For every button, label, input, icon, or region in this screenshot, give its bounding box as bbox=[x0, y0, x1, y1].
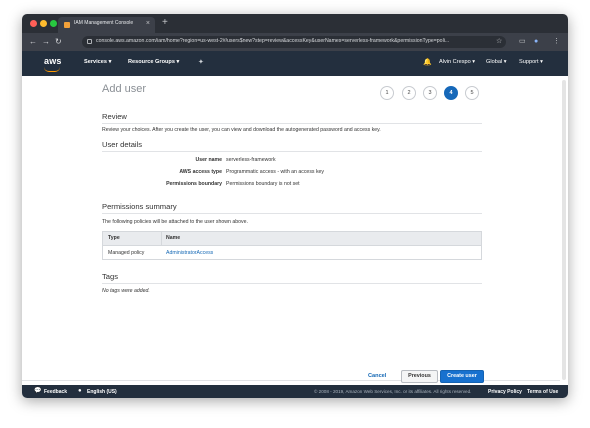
permissions-summary-heading: Permissions summary bbox=[102, 202, 177, 211]
close-tab-icon[interactable]: × bbox=[146, 19, 150, 29]
services-menu[interactable]: Services ▾ bbox=[84, 59, 111, 65]
main-content: Add user 1 2 3 4 5 Review Review your ch… bbox=[22, 76, 568, 385]
divider bbox=[102, 213, 482, 214]
browser-window: IAM Management Console × + ← → ↻ console… bbox=[22, 14, 568, 398]
feedback-link[interactable]: Feedback bbox=[44, 389, 67, 395]
permissions-table: Type Name Managed policy AdministratorAc… bbox=[102, 231, 482, 260]
policy-name-link[interactable]: AdministratorAccess bbox=[166, 250, 213, 256]
browser-menu-icon[interactable]: ⋮ bbox=[553, 37, 560, 46]
step-5[interactable]: 5 bbox=[465, 86, 479, 100]
privacy-policy-link[interactable]: Privacy Policy bbox=[488, 389, 522, 395]
globe-icon: ● bbox=[78, 388, 82, 394]
step-3[interactable]: 3 bbox=[423, 86, 437, 100]
tab-title: IAM Management Console bbox=[74, 20, 134, 26]
browser-toolbar: ← → ↻ console.aws.amazon.com/iam/home?re… bbox=[22, 33, 568, 51]
scrollbar[interactable] bbox=[562, 80, 566, 380]
lock-icon bbox=[87, 39, 92, 44]
console-footer: 💬 Feedback ● English (US) © 2008 - 2019,… bbox=[22, 385, 568, 398]
maximize-window-button[interactable] bbox=[50, 20, 57, 27]
review-heading: Review bbox=[102, 112, 127, 121]
policy-type-cell: Managed policy bbox=[108, 250, 145, 256]
terms-of-use-link[interactable]: Terms of Use bbox=[527, 389, 558, 395]
aws-top-nav: aws Services ▾ Resource Groups ▾ ✦ 🔔 Alv… bbox=[22, 51, 568, 76]
divider bbox=[102, 151, 482, 152]
language-selector[interactable]: English (US) bbox=[87, 389, 117, 395]
aws-favicon-icon bbox=[64, 22, 70, 28]
bell-icon[interactable]: 🔔 bbox=[423, 58, 432, 67]
user-name-value: serverless-framework bbox=[226, 157, 276, 163]
aws-smile-logo bbox=[44, 67, 60, 72]
cancel-button[interactable]: Cancel bbox=[368, 373, 386, 379]
pin-icon[interactable]: ✦ bbox=[198, 58, 204, 67]
table-header: Type Name bbox=[103, 232, 481, 246]
aws-logo[interactable]: aws bbox=[44, 56, 62, 66]
cast-icon[interactable]: ▭ bbox=[519, 37, 526, 46]
divider bbox=[102, 123, 482, 124]
browser-tab-bar: IAM Management Console × + bbox=[22, 14, 568, 33]
column-divider bbox=[161, 232, 162, 245]
divider bbox=[102, 283, 482, 284]
permissions-boundary-label: Permissions boundary bbox=[166, 181, 222, 187]
browser-tab[interactable]: IAM Management Console × bbox=[58, 17, 155, 33]
step-2[interactable]: 2 bbox=[402, 86, 416, 100]
user-menu[interactable]: Alvin Crespo ▾ bbox=[439, 59, 475, 65]
back-icon[interactable]: ← bbox=[29, 36, 37, 47]
support-menu[interactable]: Support ▾ bbox=[519, 59, 543, 65]
page-title: Add user bbox=[102, 83, 147, 95]
new-tab-icon[interactable]: + bbox=[162, 17, 168, 29]
profile-icon[interactable]: ● bbox=[534, 37, 538, 46]
minimize-window-button[interactable] bbox=[40, 20, 47, 27]
previous-button[interactable]: Previous bbox=[401, 370, 438, 383]
address-bar[interactable]: console.aws.amazon.com/iam/home?region=u… bbox=[82, 36, 506, 48]
close-window-button[interactable] bbox=[30, 20, 37, 27]
step-4: 4 bbox=[444, 86, 458, 100]
column-header-name: Name bbox=[166, 235, 181, 241]
tags-empty-text: No tags were added. bbox=[102, 288, 150, 294]
region-menu[interactable]: Global ▾ bbox=[486, 59, 507, 65]
bookmark-star-icon[interactable]: ☆ bbox=[496, 37, 502, 46]
copyright-text: © 2008 - 2019, Amazon Web Services, Inc.… bbox=[314, 389, 472, 394]
access-type-value: Programmatic access - with an access key bbox=[226, 169, 325, 175]
create-user-button[interactable]: Create user bbox=[440, 370, 484, 383]
permissions-boundary-value: Permissions boundary is not set bbox=[226, 181, 300, 187]
user-name-label: User name bbox=[195, 157, 222, 163]
url-text: console.aws.amazon.com/iam/home?region=u… bbox=[96, 38, 450, 44]
tags-heading: Tags bbox=[102, 272, 119, 281]
feedback-icon[interactable]: 💬 bbox=[34, 387, 41, 395]
step-1[interactable]: 1 bbox=[380, 86, 394, 100]
forward-icon[interactable]: → bbox=[42, 36, 50, 47]
permissions-description: The following policies will be attached … bbox=[102, 219, 248, 225]
user-details-heading: User details bbox=[102, 140, 143, 149]
column-header-type: Type bbox=[108, 235, 120, 241]
review-description: Review your choices. After you create th… bbox=[102, 127, 381, 133]
access-type-label: AWS access type bbox=[179, 169, 222, 175]
reload-icon[interactable]: ↻ bbox=[55, 36, 62, 47]
resource-groups-menu[interactable]: Resource Groups ▾ bbox=[128, 59, 179, 65]
